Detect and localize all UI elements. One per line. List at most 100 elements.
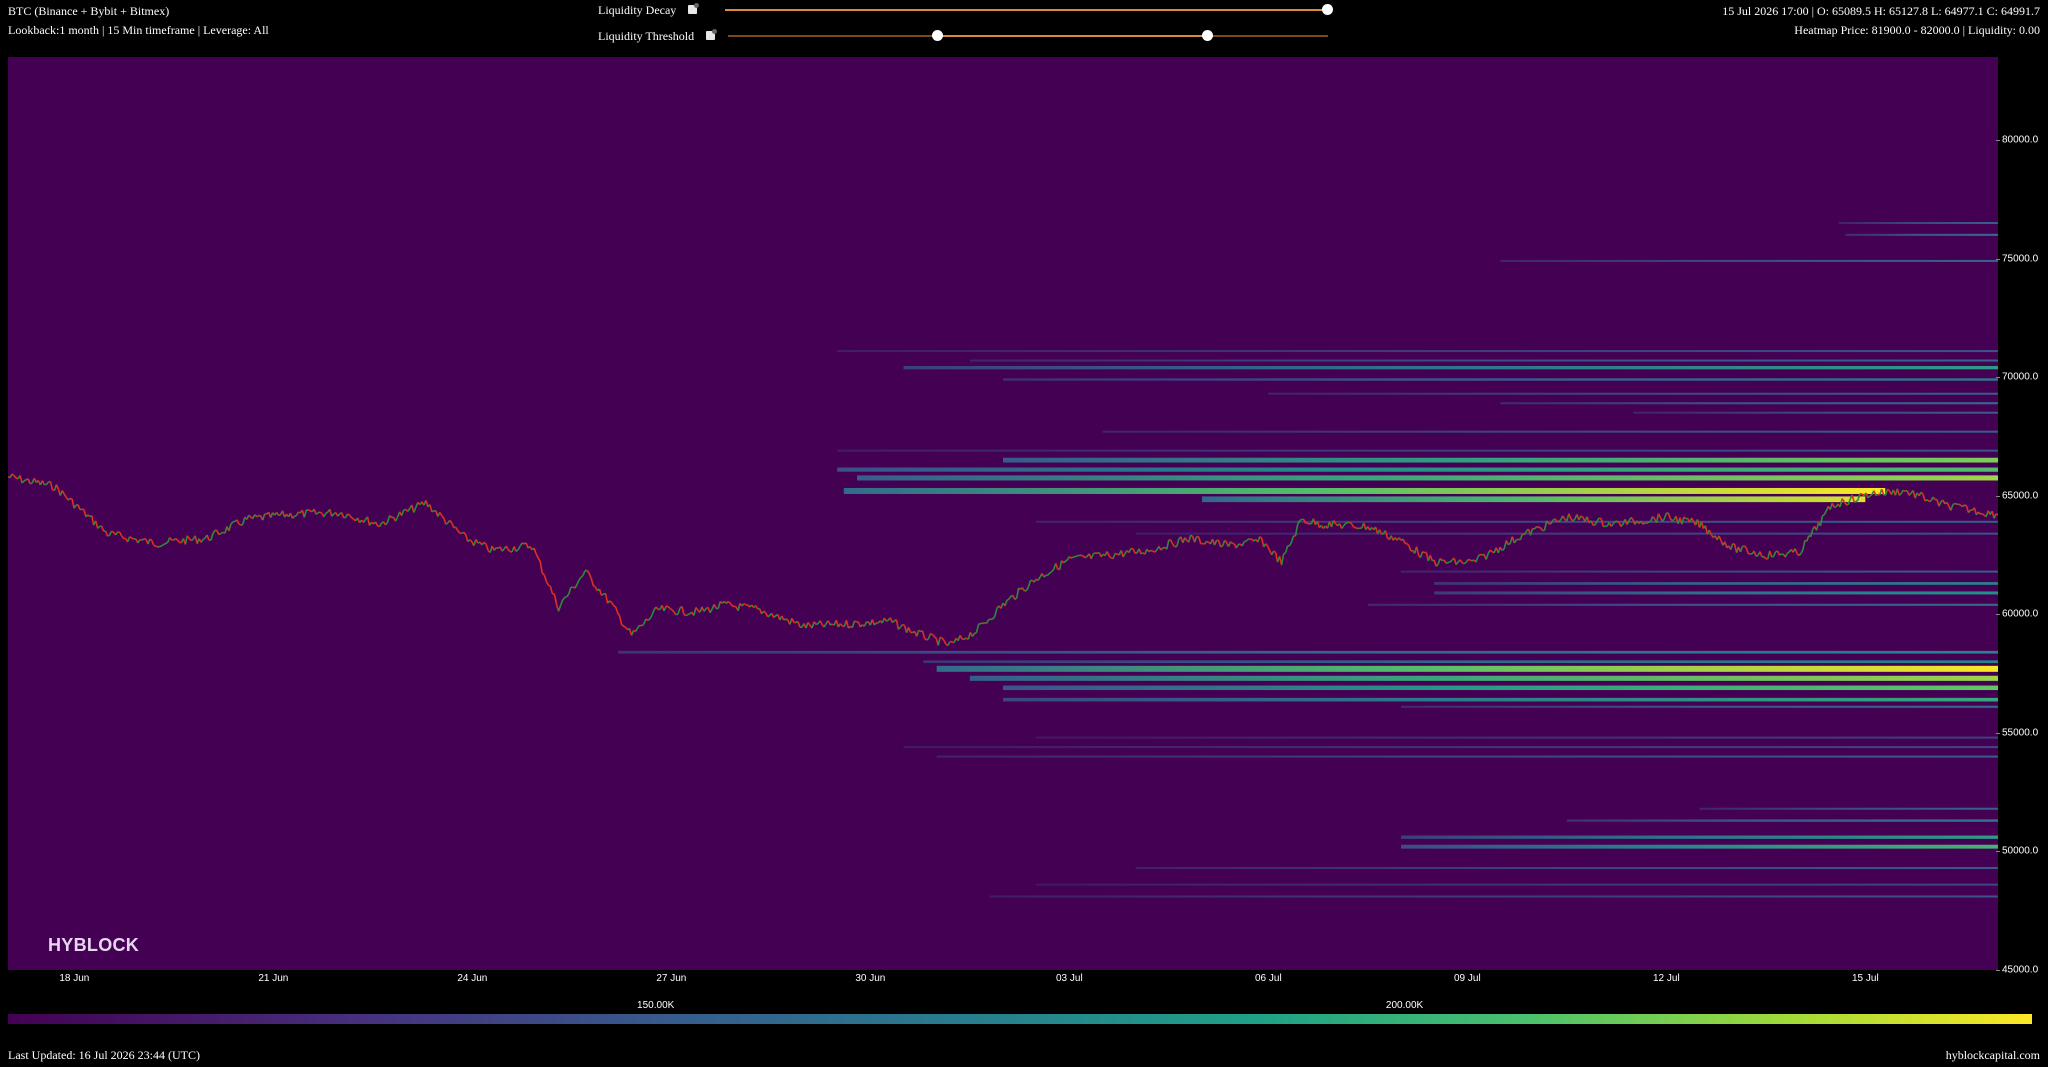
- liquidity-threshold-control: Liquidity Threshold: [598, 26, 1338, 46]
- price-candle: [885, 619, 889, 622]
- price-candle: [829, 623, 833, 626]
- liquidity-band: [1845, 233, 1998, 236]
- price-candle: [1355, 527, 1358, 530]
- price-candle: [1094, 552, 1098, 555]
- price-candle: [669, 607, 673, 611]
- y-tick-label: 75000.0: [2002, 253, 2039, 265]
- x-tick-label: 09 Jul: [1453, 973, 1481, 984]
- price-candle: [1220, 545, 1223, 548]
- x-tick-label: 27 Jun: [656, 973, 687, 984]
- liquidity-band: [1699, 807, 1998, 810]
- price-candle: [256, 514, 260, 518]
- price-candle: [1875, 493, 1879, 497]
- reset-icon[interactable]: [706, 29, 717, 40]
- price-candle: [431, 510, 435, 513]
- y-tick-label: 65000.0: [2002, 490, 2039, 502]
- price-candle: [141, 538, 145, 541]
- ohlc-readout: 15 Jul 2026 17:00 | O: 65089.5 H: 65127.…: [1722, 4, 2040, 18]
- liquidity-decay-fill: [725, 9, 1328, 11]
- price-candle: [687, 612, 691, 616]
- price-candle: [731, 605, 735, 608]
- liquidity-band: [1036, 883, 1998, 886]
- liquidity-band: [1202, 496, 1866, 503]
- price-candle: [161, 543, 165, 547]
- price-candle: [1081, 554, 1084, 557]
- price-candle: [1598, 517, 1602, 520]
- price-candle: [1786, 551, 1790, 554]
- price-candle: [1755, 554, 1759, 558]
- liquidity-threshold-high-handle[interactable]: [1202, 30, 1213, 41]
- price-candle: [918, 629, 922, 633]
- price-candle: [220, 531, 224, 535]
- price-candle: [1114, 552, 1118, 555]
- price-candle: [325, 511, 329, 514]
- site-link[interactable]: hyblockcapital.com: [1946, 1048, 2040, 1063]
- price-candle: [1516, 538, 1519, 541]
- colorbar-tick-label: 200.00K: [1385, 1000, 1424, 1011]
- liquidity-band: [1367, 603, 1998, 606]
- liquidity-decay-label: Liquidity Decay: [598, 3, 677, 17]
- price-candle: [1538, 526, 1541, 529]
- x-tick-label: 24 Jun: [457, 973, 488, 984]
- liquidity-band: [1500, 259, 1998, 262]
- price-candle: [974, 631, 977, 635]
- price-candle: [1150, 549, 1154, 553]
- liquidation-heatmap[interactable]: [8, 57, 1998, 970]
- x-tick-label: 21 Jun: [258, 973, 289, 984]
- price-candle: [294, 514, 297, 518]
- y-tick-mark: [1996, 851, 2000, 853]
- price-candle: [278, 513, 281, 517]
- chart-title: BTC (Binance + Bybit + Bitmex): [8, 4, 170, 18]
- price-candle: [1345, 521, 1348, 525]
- x-tick-label: 06 Jul: [1254, 973, 1282, 984]
- price-candle: [785, 618, 789, 621]
- liquidity-threshold-label: Liquidity Threshold: [598, 29, 695, 43]
- liquidity-band: [1566, 819, 1998, 822]
- liquidity-band: [903, 366, 1998, 370]
- y-tick-mark: [1996, 970, 2000, 971]
- price-candle: [1422, 550, 1425, 554]
- liquidity-band: [1434, 591, 1998, 595]
- liquidity-band: [989, 895, 1998, 898]
- price-candle: [1070, 556, 1074, 559]
- reset-icon[interactable]: [688, 3, 699, 14]
- x-tick-label: 30 Jun: [855, 973, 886, 984]
- price-candle: [1954, 502, 1958, 505]
- price-candle: [783, 618, 787, 621]
- price-candle: [930, 632, 933, 636]
- price-candle: [29, 482, 33, 485]
- liquidity-band: [1500, 402, 1998, 405]
- price-candle: [1381, 532, 1384, 535]
- price-candle: [854, 620, 857, 623]
- price-candle: [1902, 489, 1906, 492]
- price-candle: [939, 636, 943, 639]
- price-candle: [767, 614, 771, 618]
- liquidity-band: [1434, 582, 1998, 585]
- price-candle: [856, 620, 859, 624]
- liquidity-band: [1401, 705, 1998, 708]
- price-candle: [1833, 506, 1837, 509]
- price-candle: [564, 595, 567, 599]
- liquidity-band: [1003, 685, 1998, 691]
- price-candle: [1779, 553, 1782, 556]
- price-candle: [445, 522, 449, 525]
- liquidity-band: [1102, 430, 1998, 433]
- price-candle: [743, 603, 747, 606]
- liquidity-band: [1268, 392, 1998, 395]
- price-candle: [1958, 503, 1962, 506]
- price-candle: [165, 541, 169, 545]
- hyblock-logo: HYBLOCK: [48, 935, 140, 955]
- price-candle: [1445, 561, 1449, 564]
- liquidity-band: [1036, 736, 1998, 739]
- price-candle: [521, 542, 525, 545]
- liquidity-band: [837, 467, 1998, 472]
- y-tick-label: 60000.0: [2002, 608, 2039, 620]
- colorbar-tick-label: 150.00K: [637, 1000, 675, 1011]
- price-candle: [232, 520, 236, 523]
- price-candle: [157, 545, 161, 548]
- last-updated: Last Updated: 16 Jul 2026 23:44 (UTC): [8, 1048, 200, 1062]
- liquidity-decay-handle[interactable]: [1322, 4, 1333, 15]
- price-candle: [1309, 522, 1312, 525]
- liquidity-threshold-low-handle[interactable]: [932, 30, 943, 41]
- price-candle: [155, 545, 159, 548]
